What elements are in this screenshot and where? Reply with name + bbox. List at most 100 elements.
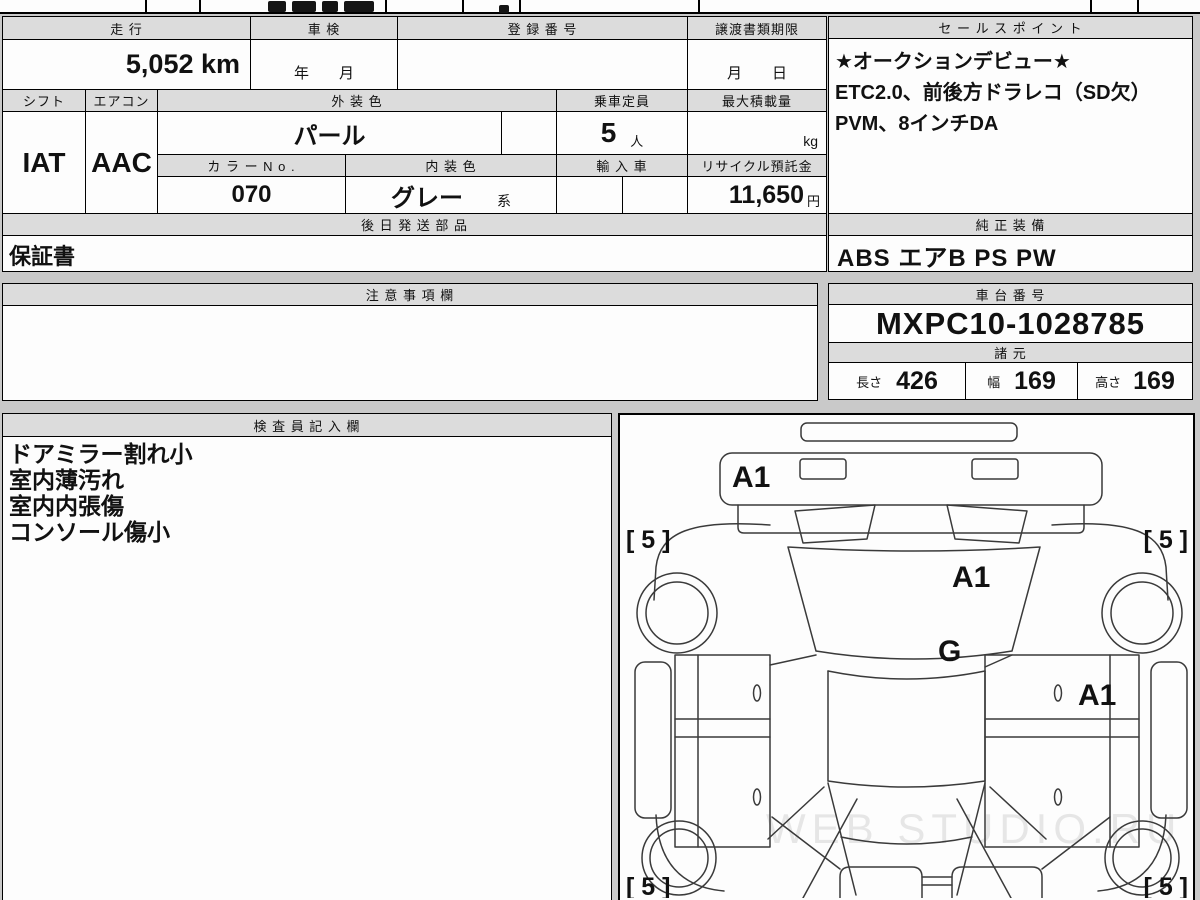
capacity-header: 乗車定員 — [556, 89, 688, 112]
door-handle-icon — [1053, 684, 1063, 702]
max-load-label: 最大積載量 — [721, 94, 792, 109]
auction-sheet: 走 行 車 検 登 録 番 号 譲渡書類期限 5,052 km 年 月 月 日 … — [0, 0, 1200, 900]
shift-label: シフト — [22, 94, 65, 109]
recycle-header: リサイクル預託金 — [687, 154, 827, 177]
spec-length-value: 426 — [896, 366, 938, 395]
exterior-color-extra-cell — [501, 111, 557, 155]
capacity-unit: 人 — [630, 133, 644, 149]
recycle-value-cell: 11,650 円 — [687, 176, 827, 214]
transfer-doc-value: 月 日 — [726, 65, 787, 82]
clipped-cell-divider — [385, 0, 387, 14]
capacity-value-cell: 5 人 — [556, 111, 688, 155]
hatch-grade-label: A1 — [732, 461, 770, 494]
spec-length-label: 長さ — [856, 374, 883, 390]
corner-mark-bottom-right: [ 5 ] — [1144, 873, 1188, 898]
registration-header: 登 録 番 号 — [397, 16, 688, 40]
interior-color-header: 内 装 色 — [345, 154, 557, 177]
aircon-header: エアコン — [85, 89, 158, 112]
recycle-value: 11,650 — [728, 180, 804, 209]
notes-content — [2, 305, 818, 401]
equipment-label: 純 正 装 備 — [975, 218, 1046, 233]
specs-header: 諸 元 — [828, 342, 1193, 363]
max-load-value-cell: kg — [687, 111, 827, 155]
quarter-window-right — [946, 504, 1028, 544]
inspector-label: 検 査 員 記 入 欄 — [253, 418, 361, 434]
chassis-label: 車 台 番 号 — [975, 287, 1046, 303]
inspector-line: 室内薄汚れ — [9, 467, 124, 493]
sales-point-label: セ ー ル ス ポ イ ン ト — [938, 21, 1083, 36]
door-handle-icon — [1053, 788, 1063, 806]
import-value-cell-b — [622, 176, 688, 214]
equipment-value: ABS エアB PS PW — [837, 245, 1057, 272]
capacity-value: 5 — [600, 117, 617, 148]
front-bumper-links — [921, 876, 953, 886]
later-parts-value: 保証書 — [9, 244, 76, 269]
inspector-content: ドアミラー割れ小 室内薄汚れ 室内内張傷 コンソール傷小 — [2, 436, 612, 900]
interior-color-label: 内 装 色 — [425, 159, 477, 174]
inspector-line: コンソール傷小 — [9, 519, 170, 545]
clipped-cell-divider — [1090, 0, 1092, 14]
rear-glass-grade-label: A1 — [952, 561, 990, 594]
inspector-line: ドアミラー割れ小 — [9, 441, 193, 467]
interior-color-suffix: 系 — [497, 193, 511, 209]
spec-height-cell: 高さ 169 — [1077, 362, 1193, 400]
clipped-text-fragment — [292, 1, 316, 12]
wheel-icon — [1110, 581, 1174, 645]
exterior-color-value-cell: パール — [157, 111, 502, 155]
car-diagram-box: WEB STUDIO.RU A1 A1 G A1 [5] [5] [5… — [618, 413, 1195, 900]
interior-color-value-cell: グレー 系 — [345, 176, 557, 214]
exterior-color-value: パール — [293, 122, 366, 150]
clipped-cell-divider — [1137, 0, 1139, 14]
clipped-header-row — [0, 0, 1200, 14]
exterior-color-label: 外 装 色 — [331, 94, 383, 109]
color-no-label: カ ラ ー N o . — [207, 159, 296, 174]
mileage-value-cell: 5,052 km — [2, 39, 251, 90]
inspector-line: 室内内張傷 — [9, 493, 124, 519]
sales-point-header: セ ー ル ス ポ イ ン ト — [828, 16, 1193, 39]
aircon-value: AAC — [91, 146, 152, 178]
spec-height-value: 169 — [1133, 366, 1175, 395]
wheel-icon — [645, 581, 709, 645]
door-handle-icon — [752, 684, 762, 702]
right-door-grade-label: A1 — [1078, 679, 1116, 712]
notes-label: 注 意 事 項 欄 — [365, 288, 455, 303]
wheel-icon — [636, 572, 718, 654]
rear-fender-left — [653, 522, 771, 601]
inspector-header: 検 査 員 記 入 欄 — [2, 413, 612, 437]
corner-mark-top-right: [ 5 ] — [1144, 526, 1188, 554]
spec-width-cell: 幅 169 — [965, 362, 1078, 400]
registration-value-cell — [397, 39, 688, 90]
aircon-value-cell: AAC — [85, 111, 158, 214]
pillar-link-right — [984, 654, 1013, 668]
transfer-doc-value-cell: 月 日 — [687, 39, 827, 90]
chassis-value-cell: MXPC10-1028785 — [828, 304, 1193, 343]
pillar-link-left — [769, 654, 817, 666]
spec-width-value: 169 — [1014, 366, 1056, 395]
capacity-label: 乗車定員 — [593, 94, 650, 109]
color-no-value-cell: 070 — [157, 176, 346, 214]
shift-header: シフト — [2, 89, 86, 112]
recycle-label: リサイクル預託金 — [701, 159, 813, 174]
spec-length-cell: 長さ 426 — [828, 362, 966, 400]
rear-spoiler-outline — [800, 422, 1018, 442]
clipped-text-fragment — [322, 1, 338, 12]
rear-glass-outline — [787, 546, 1041, 660]
aircon-label: エアコン — [93, 94, 150, 109]
roof-column — [827, 670, 986, 788]
clipped-text-fragment — [268, 1, 286, 12]
car-diagram: WEB STUDIO.RU A1 A1 G A1 [5] [5] [5… — [626, 422, 1188, 900]
clipped-cell-divider — [145, 0, 147, 14]
hatch-lower-lip — [737, 504, 1085, 534]
max-load-header: 最大積載量 — [687, 89, 827, 112]
transfer-doc-header: 譲渡書類期限 — [687, 16, 827, 40]
import-label: 輸 入 車 — [596, 159, 648, 174]
sales-point-line: ETC2.0、前後方ドラレコ（SD欠） — [835, 82, 1151, 104]
clipped-cell-divider — [519, 0, 521, 14]
door-panel-left — [674, 654, 771, 848]
shaken-label: 車 検 — [307, 21, 341, 37]
later-parts-label: 後 日 発 送 部 品 — [360, 218, 469, 233]
hatch-outline — [719, 452, 1103, 506]
quarter-window-left — [794, 504, 876, 544]
hatch-lamp-left — [799, 458, 847, 480]
registration-label: 登 録 番 号 — [507, 21, 578, 37]
